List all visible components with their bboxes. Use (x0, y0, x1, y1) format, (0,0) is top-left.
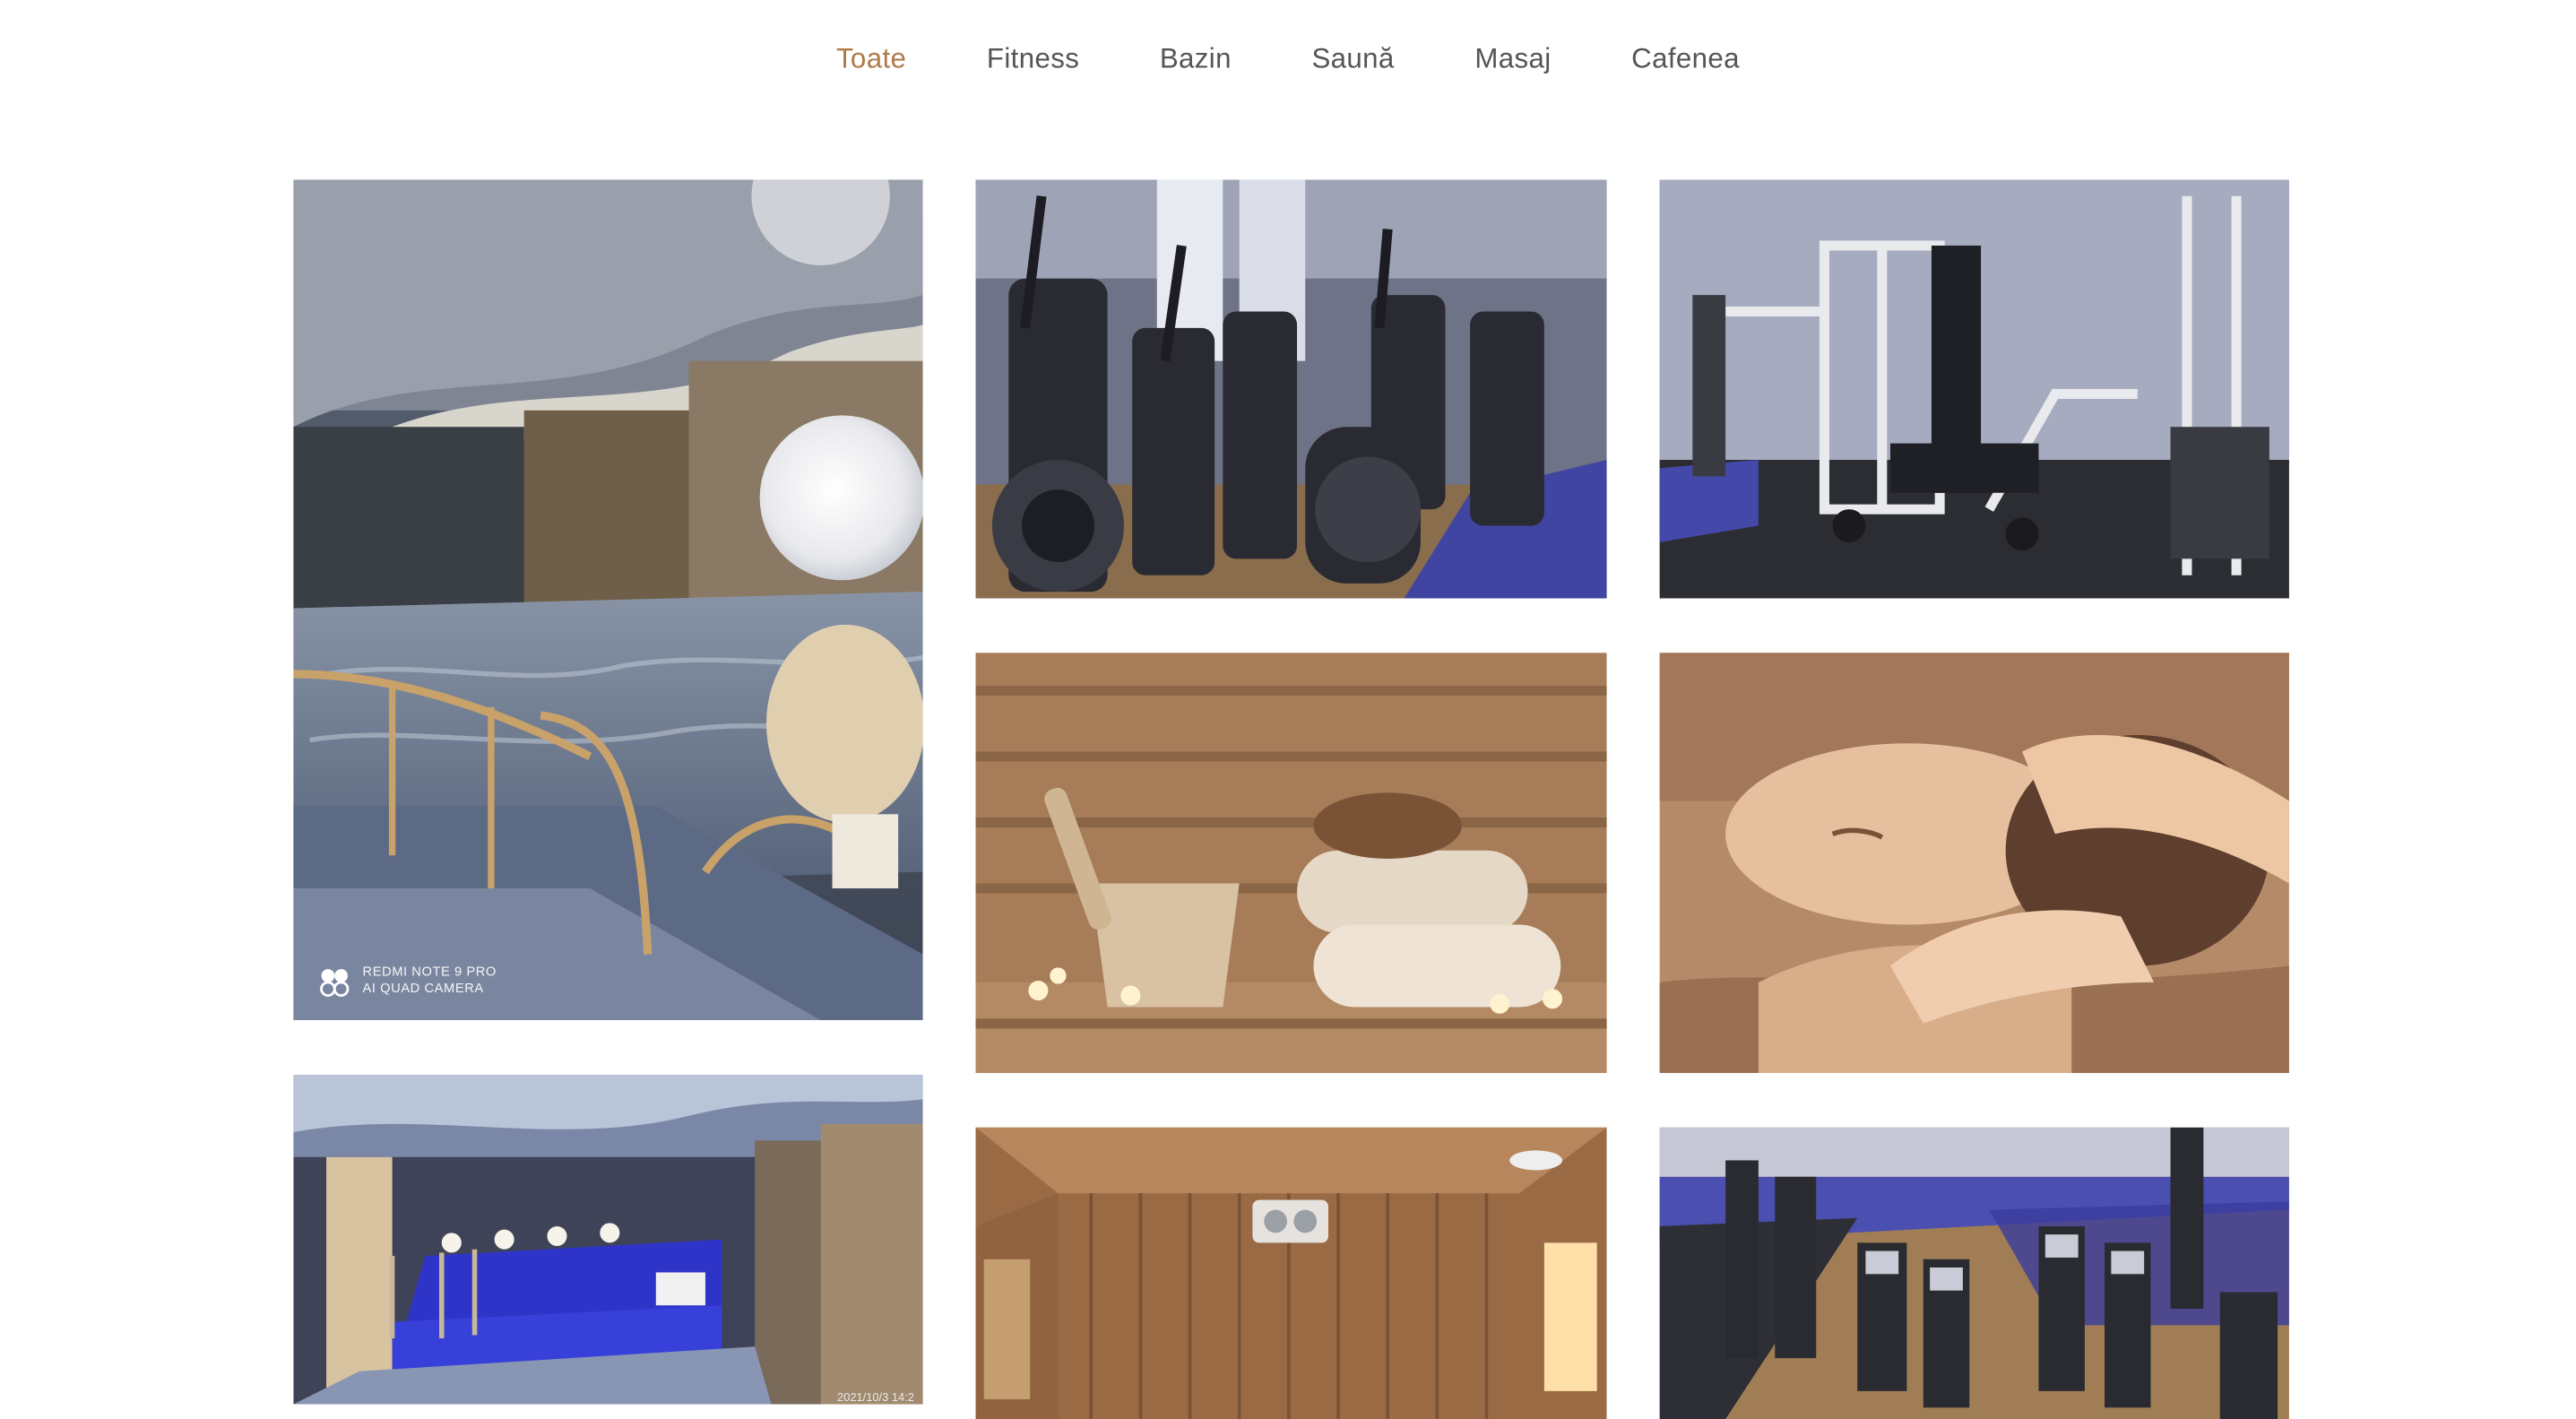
sauna-towels-image (975, 653, 1607, 1073)
gallery-item-gym-smith-machine[interactable] (1659, 179, 2289, 599)
gallery-page: Toate Fitness Bazin Saună Masaj Cafenea (0, 0, 2576, 1419)
camera-watermark: REDMI NOTE 9 PRO AI QUAD CAMERA (320, 965, 497, 998)
watermark-line-1: REDMI NOTE 9 PRO (362, 964, 497, 980)
watermark-line-2: AI QUAD CAMERA (362, 981, 484, 996)
pool-image: 2021/10/3 14:2 (293, 1074, 923, 1405)
camera-logo-icon (320, 969, 350, 997)
jacuzzi-image (293, 179, 923, 1021)
sauna-room-image (975, 1127, 1607, 1419)
gallery-item-gym-overview[interactable] (1659, 1127, 2289, 1419)
gallery-item-pool[interactable]: 2021/10/3 14:2 (293, 1074, 923, 1405)
gallery-item-gym-ellipticals[interactable] (975, 179, 1607, 599)
gallery-item-sauna-towels[interactable] (975, 653, 1607, 1073)
gallery-grid: REDMI NOTE 9 PRO AI QUAD CAMERA 2021/10/… (0, 0, 2576, 1419)
gallery-item-massage[interactable] (1659, 653, 2289, 1073)
massage-image (1659, 653, 2289, 1073)
gallery-item-sauna-room[interactable] (975, 1127, 1607, 1419)
gym-smith-machine-image (1659, 179, 2289, 599)
gallery-item-jacuzzi[interactable]: REDMI NOTE 9 PRO AI QUAD CAMERA (293, 179, 923, 1021)
pool-timestamp: 2021/10/3 14:2 (837, 1390, 914, 1404)
gym-ellipticals-image (975, 179, 1607, 599)
gym-overview-image (1659, 1127, 2289, 1419)
